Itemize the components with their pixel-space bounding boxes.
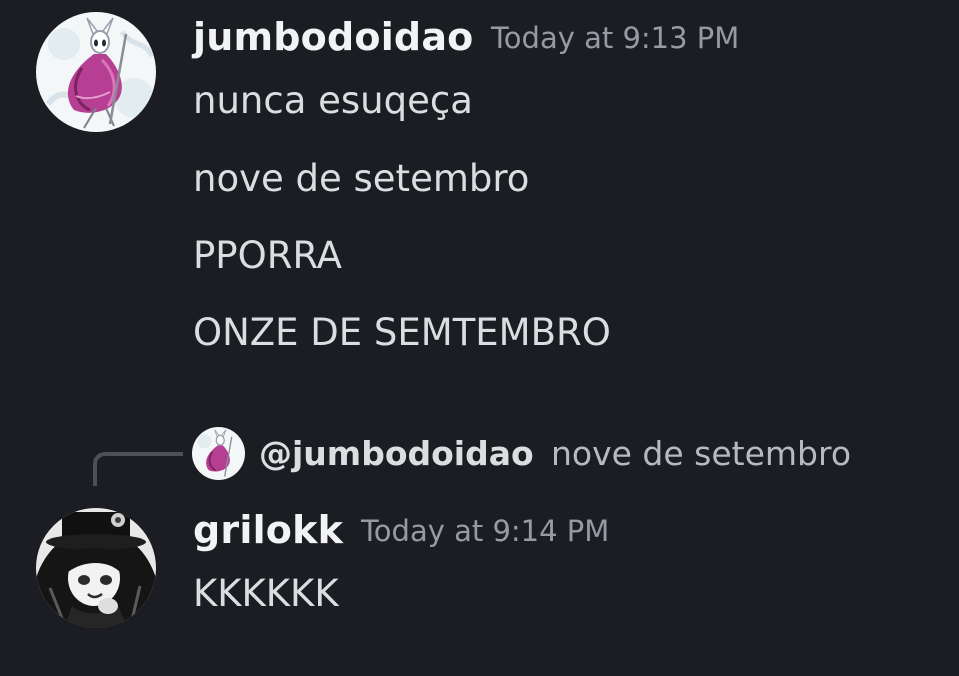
message-timestamp[interactable]: Today at 9:14 PM	[361, 517, 609, 546]
message-text: KKKKKK	[193, 572, 339, 615]
message-text: nunca esuqeça	[193, 79, 473, 122]
reply-mention[interactable]: @jumbodoidao	[259, 437, 534, 470]
user-avatar[interactable]	[36, 508, 156, 628]
reply-avatar[interactable]	[192, 427, 245, 480]
message-timestamp[interactable]: Today at 9:13 PM	[491, 24, 739, 53]
message-author[interactable]: grilokk	[193, 511, 343, 549]
anime-character-avatar-icon	[36, 508, 156, 628]
message-text: nove de setembro	[193, 157, 530, 200]
hornet-avatar-icon	[192, 427, 245, 480]
reply-preview-text[interactable]: nove de setembro	[551, 437, 851, 470]
reply-connector-line	[93, 452, 183, 486]
message-text: ONZE DE SEMTEMBRO	[193, 311, 611, 354]
user-avatar[interactable]	[36, 12, 156, 132]
hornet-avatar-icon	[36, 12, 156, 132]
message-author[interactable]: jumbodoidao	[193, 18, 473, 56]
message-text: PPORRA	[193, 234, 342, 277]
